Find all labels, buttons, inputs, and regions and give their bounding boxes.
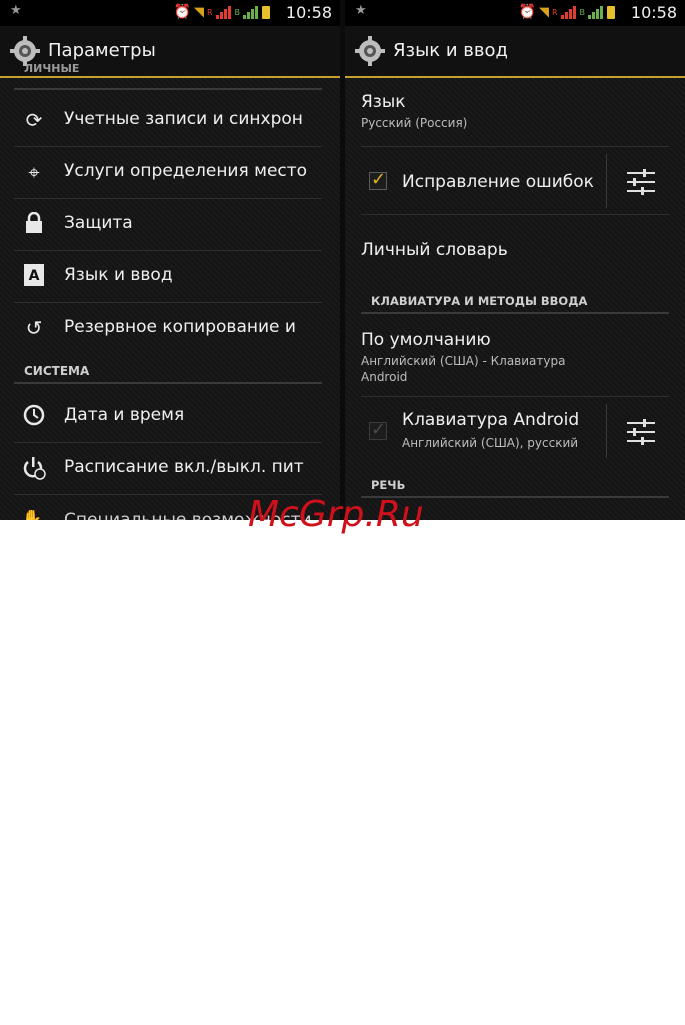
spellcheck-checkbox[interactable]: ✓ [369,169,387,190]
wifi-icon: ◥ [538,4,549,20]
settings-gear-icon[interactable] [355,36,385,66]
dictionary-label: Личный словарь [361,240,508,260]
status-icons: ⏰ ◥ R B [173,4,270,20]
sim-r-icon: R [551,7,558,17]
hand-icon: ✋ [22,510,42,520]
item-label: Расписание вкл./выкл. пит [64,457,304,477]
screenshot-area: ★ ⏰ ◥ R B 10:58 Параметры ЛИЧНЫЕ ⟳ Учетн… [0,0,685,520]
power-schedule-icon [22,456,46,480]
language-value: Русский (Россия) [361,116,468,130]
action-bar: Язык и ввод [345,26,685,78]
settings-item-backup[interactable]: ↺ Резервное копирование и [14,302,322,354]
status-bar: ★ ⏰ ◥ R B 10:58 [345,0,685,26]
location-icon: ⌖ [28,160,40,184]
sim-b-icon: B [579,7,586,17]
clock-icon [22,404,46,428]
signal-2-icon [243,5,259,19]
settings-item-accounts[interactable]: ⟳ Учетные записи и синхрон [14,94,322,147]
default-value-line2: Android [361,370,408,384]
settings-item-language[interactable]: A Язык и ввод [14,250,322,303]
status-time: 10:58 [285,3,332,22]
battery-icon [607,5,615,19]
item-label: Услуги определения место [64,161,308,181]
android-keyboard-checkbox[interactable]: ✓ [369,419,387,440]
signal-icon [560,5,577,19]
svg-text:A: A [29,268,40,284]
language-title: Язык [361,92,406,112]
check-icon: ✓ [371,169,387,190]
default-value-line1: Английский (США) - Клавиатура [361,354,566,368]
default-keyboard[interactable]: По умолчанию Английский (США) - Клавиату… [361,330,669,385]
sync-icon: ⟳ [25,108,43,132]
section-system: СИСТЕМА [14,362,322,384]
status-bar: ★ ⏰ ◥ R B 10:58 [0,0,340,26]
alarm-icon: ⏰ [173,4,191,20]
status-time: 10:58 [630,3,677,22]
watermark: McGrp.Ru [248,494,424,535]
settings-screen: ★ ⏰ ◥ R B 10:58 Параметры ЛИЧНЫЕ ⟳ Учетн… [0,0,340,520]
spellcheck-setting[interactable]: ✓ Исправление ошибок [361,152,669,210]
lock-icon [22,211,46,236]
item-label: Защита [64,213,133,233]
language-icon: A [22,264,46,288]
star-icon: ★ [10,3,22,18]
divider [361,396,669,397]
keyboard-value: Английский (США), русский [402,436,579,450]
page-title: Параметры [48,40,156,61]
language-setting[interactable]: Язык Русский (Россия) [361,92,669,131]
wifi-icon: ◥ [193,4,204,20]
item-label: Учетные записи и синхрон [64,109,303,129]
section-personal: ЛИЧНЫЕ [14,63,322,90]
android-keyboard-setting[interactable]: ✓ Клавиатура Android Английский (США), р… [361,402,669,460]
keyboard-title: Клавиатура Android [402,410,580,430]
language-input-screen: ★ ⏰ ◥ R B 10:58 Язык и ввод Язык Русский… [345,0,685,520]
section-keyboard: КЛАВИАТУРА И МЕТОДЫ ВВОДА [361,292,669,314]
settings-item-power-schedule[interactable]: Расписание вкл./выкл. пит [14,442,322,495]
sim-b-icon: B [234,7,241,17]
divider [361,146,669,147]
divider [361,214,669,215]
spellcheck-settings-icon[interactable] [627,169,655,195]
divider [606,404,607,458]
keyboard-settings-icon[interactable] [627,419,655,445]
spellcheck-label: Исправление ошибок [402,172,594,192]
settings-item-datetime[interactable]: Дата и время [14,390,322,443]
check-icon: ✓ [371,419,387,440]
alarm-icon: ⏰ [518,4,536,20]
battery-icon [262,5,270,19]
item-label: Резервное копирование и [64,317,296,337]
status-icons: ⏰ ◥ R B [518,4,615,20]
signal-2-icon [588,5,604,19]
settings-item-security[interactable]: Защита [14,198,322,251]
divider [606,154,607,208]
settings-item-location[interactable]: ⌖ Услуги определения место [14,146,322,199]
signal-icon [215,5,232,19]
item-label: Дата и время [64,405,185,425]
personal-dictionary[interactable]: Личный словарь [361,240,669,260]
item-label: Язык и ввод [64,265,173,285]
page-title: Язык и ввод [393,40,508,61]
star-icon: ★ [355,3,367,18]
default-title: По умолчанию [361,330,491,350]
backup-icon: ↺ [25,316,43,340]
sim-r-icon: R [206,7,213,17]
